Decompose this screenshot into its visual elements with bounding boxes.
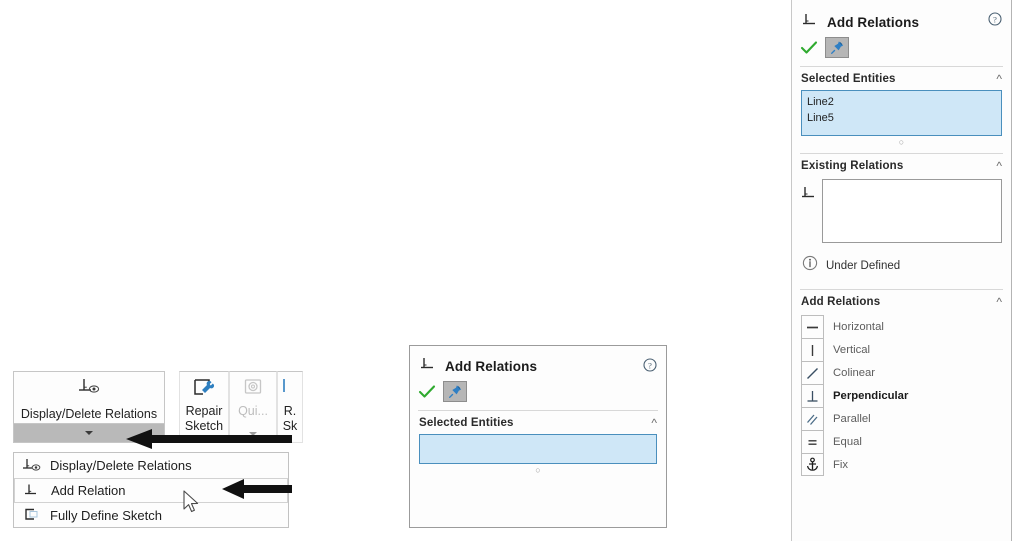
parallel-relation-icon — [801, 407, 824, 430]
perpendicular-relation-icon — [802, 12, 818, 33]
section-header-add-relations[interactable]: Add Relations ^ — [792, 290, 1011, 313]
chevron-up-icon[interactable]: ^ — [651, 417, 657, 429]
button-label: Display/Delete Relations — [20, 407, 158, 421]
existing-relations-container — [792, 177, 1011, 243]
dialog-header: Add Relations ? — [410, 346, 666, 377]
display-delete-relations-button[interactable]: Display/Delete Relations — [13, 371, 165, 424]
button-label: Qui... — [238, 404, 268, 418]
fix-anchor-icon — [801, 453, 824, 476]
equal-relation-icon — [801, 430, 824, 453]
resize-grip[interactable]: ○ — [419, 466, 657, 475]
list-item[interactable]: Line5 — [807, 110, 996, 126]
help-question-icon[interactable]: ? — [988, 12, 1002, 31]
display-delete-relations-icon — [21, 457, 43, 475]
relation-option-parallel[interactable]: Parallel — [801, 407, 1002, 430]
resize-grip[interactable]: ○ — [801, 138, 1002, 147]
pushpin-icon[interactable] — [443, 381, 467, 402]
panel-action-bar — [792, 33, 1011, 63]
annotation-arrow-to-add-relation — [222, 478, 292, 505]
add-relations-dialog: Add Relations ? Selected Entities ^ ○ — [409, 345, 667, 528]
relation-label: Horizontal — [833, 320, 884, 333]
add-relations-list: Horizontal Vertical Colinear Perpendicul… — [792, 313, 1011, 476]
relation-label: Perpendicular — [833, 389, 909, 402]
list-item[interactable]: Line2 — [807, 94, 996, 110]
button-label-line1: R. — [283, 404, 297, 418]
fully-define-sketch-icon — [21, 507, 43, 525]
perpendicular-relation-icon — [801, 384, 824, 407]
menu-item-label: Display/Delete Relations — [50, 458, 192, 473]
panel-gutter — [782, 0, 791, 541]
property-manager-panel: Add Relations ? Selected Entities ^ Line… — [791, 0, 1012, 541]
svg-text:?: ? — [993, 14, 997, 24]
panel-title: Add Relations — [827, 15, 920, 30]
dialog-title: Add Relations — [445, 359, 538, 374]
perpendicular-relation-icon — [801, 185, 817, 206]
section-title: Existing Relations — [801, 160, 904, 172]
chevron-up-icon[interactable]: ^ — [996, 73, 1002, 85]
chevron-up-icon[interactable]: ^ — [996, 296, 1002, 308]
relation-option-colinear[interactable]: Colinear — [801, 361, 1002, 384]
sketch-status-row: Under Defined — [792, 243, 1011, 286]
menu-item-label: Add Relation — [51, 483, 126, 498]
existing-relations-listbox[interactable] — [822, 179, 1002, 243]
selected-entities-container: Line2 Line5 ○ — [792, 90, 1011, 147]
colinear-relation-icon — [801, 361, 824, 384]
repair-sketch-icon — [192, 377, 216, 404]
dialog-action-bar — [410, 377, 666, 407]
section-title: Selected Entities — [801, 73, 896, 85]
display-delete-relations-icon — [76, 377, 102, 404]
add-relation-icon — [22, 482, 44, 500]
selected-entities-listbox[interactable]: Line2 Line5 — [801, 90, 1002, 136]
pushpin-icon[interactable] — [825, 37, 849, 58]
menu-item-display-delete-relations[interactable]: Display/Delete Relations — [14, 453, 288, 478]
relation-label: Parallel — [833, 412, 871, 425]
section-title: Add Relations — [801, 296, 881, 308]
relation-option-vertical[interactable]: Vertical — [801, 338, 1002, 361]
info-icon — [802, 255, 818, 276]
rapid-sketch-icon — [280, 377, 300, 404]
mouse-pointer — [183, 490, 201, 521]
menu-item-fully-define-sketch[interactable]: Fully Define Sketch — [14, 503, 288, 528]
vertical-relation-icon — [801, 338, 824, 361]
chevron-up-icon[interactable]: ^ — [996, 160, 1002, 172]
annotation-arrow-to-dropdown-toggle — [126, 428, 292, 455]
section-header-selected-entities[interactable]: Selected Entities ^ — [792, 67, 1011, 90]
horizontal-relation-icon — [801, 315, 824, 338]
relation-option-horizontal[interactable]: Horizontal — [801, 315, 1002, 338]
green-check-icon[interactable] — [800, 39, 818, 57]
status-badge: Under Defined — [826, 259, 901, 272]
relation-label: Fix — [833, 458, 849, 471]
relation-option-perpendicular[interactable]: Perpendicular — [801, 384, 1002, 407]
help-question-icon[interactable]: ? — [643, 358, 657, 377]
panel-header: Add Relations ? — [792, 0, 1011, 33]
menu-item-label: Fully Define Sketch — [50, 508, 162, 523]
section-header-existing-relations[interactable]: Existing Relations ^ — [792, 154, 1011, 177]
svg-text:?: ? — [648, 360, 652, 370]
perpendicular-relation-icon — [420, 356, 436, 377]
relation-label: Vertical — [833, 343, 871, 356]
relation-option-fix[interactable]: Fix — [801, 453, 1002, 476]
green-check-icon[interactable] — [418, 383, 436, 401]
selected-entities-container: ○ — [410, 434, 666, 475]
quick-snaps-icon — [242, 377, 264, 404]
button-label-line1: Repair — [185, 404, 223, 418]
relation-option-equal[interactable]: Equal — [801, 430, 1002, 453]
section-title: Selected Entities — [419, 417, 514, 429]
section-header-selected-entities[interactable]: Selected Entities ^ — [410, 411, 666, 434]
relation-label: Equal — [833, 435, 862, 448]
caret-down-icon — [85, 431, 93, 435]
selected-entities-listbox[interactable] — [419, 434, 657, 464]
relation-label: Colinear — [833, 366, 876, 379]
